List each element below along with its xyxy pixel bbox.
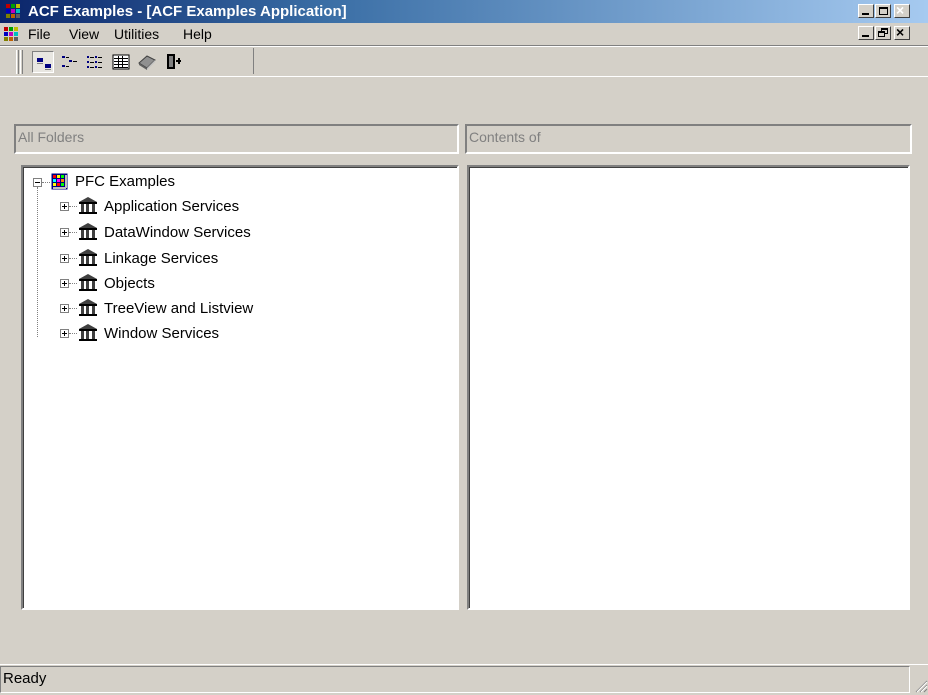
library-icon (79, 223, 97, 240)
details-button[interactable] (110, 51, 132, 73)
exit-button[interactable] (162, 51, 184, 73)
expand-icon[interactable] (60, 228, 69, 237)
expand-icon[interactable] (60, 202, 69, 211)
details-view-icon (112, 54, 130, 70)
contents-list[interactable] (467, 165, 910, 610)
tree-node-objects[interactable]: Objects (60, 274, 380, 294)
exit-door-icon (167, 54, 181, 69)
tree-label: TreeView and Listview (104, 300, 254, 317)
expand-icon[interactable] (60, 304, 69, 313)
menu-view[interactable]: View (69, 26, 99, 42)
tree-node-treeview-and-listview[interactable]: TreeView and Listview (60, 299, 380, 319)
tree-label: PFC Examples (75, 173, 176, 190)
minimize-icon (862, 35, 869, 37)
window-title: ACF Examples - [ACF Examples Application… (28, 3, 347, 20)
library-icon (79, 274, 97, 291)
resize-grip-icon[interactable] (912, 672, 928, 693)
child-restore-button[interactable] (875, 26, 891, 40)
minimize-button[interactable] (858, 4, 874, 18)
close-icon: × (896, 2, 905, 18)
small-icons-button[interactable] (58, 51, 80, 73)
library-icon (79, 249, 97, 266)
close-button[interactable]: × (894, 2, 910, 18)
expand-icon[interactable] (60, 279, 69, 288)
tree-node-linkage-services[interactable]: Linkage Services (60, 249, 380, 269)
tree-label: DataWindow Services (104, 224, 251, 241)
library-icon (79, 299, 97, 316)
list-button[interactable] (84, 51, 106, 73)
tree-node-application-services[interactable]: Application Services (60, 197, 380, 217)
app-icon (6, 4, 22, 18)
status-bar: Ready (0, 666, 910, 693)
tree-node-window-services[interactable]: Window Services (60, 324, 380, 344)
expand-icon[interactable] (60, 254, 69, 263)
toolbar-grip[interactable] (16, 50, 19, 74)
menu-bar: File View Utilities Help × (0, 23, 928, 45)
restore-icon (878, 31, 885, 37)
library-icon (79, 324, 97, 341)
collapse-icon[interactable] (33, 178, 42, 187)
child-minimize-button[interactable] (858, 26, 874, 40)
menu-utilities[interactable]: Utilities (114, 26, 159, 42)
library-icon (79, 197, 97, 214)
tree-label: Window Services (104, 325, 220, 342)
close-icon: × (896, 24, 905, 40)
child-close-button[interactable]: × (894, 24, 910, 40)
tree-label: Objects (104, 275, 155, 292)
minimize-icon (862, 13, 869, 15)
tree-label: Linkage Services (104, 250, 219, 267)
list-view-icon (87, 56, 102, 68)
menu-help[interactable]: Help (183, 26, 212, 42)
right-panel-header: Contents of (465, 124, 912, 154)
toolbar (14, 48, 254, 74)
child-window-icon[interactable] (4, 27, 20, 41)
tree-node-root[interactable]: PFC Examples (33, 172, 333, 192)
left-panel-header: All Folders (14, 124, 459, 154)
large-icons-view-icon (37, 58, 51, 70)
help-button[interactable] (136, 51, 158, 73)
expand-icon[interactable] (60, 329, 69, 338)
tree-node-datawindow-services[interactable]: DataWindow Services (60, 223, 380, 243)
folder-tree[interactable]: PFC Examples Application Services DataWi… (21, 165, 459, 610)
maximize-button[interactable] (875, 4, 891, 18)
help-book-icon (138, 55, 156, 70)
small-icons-view-icon (62, 56, 77, 67)
menu-file[interactable]: File (28, 26, 51, 42)
grid-icon (51, 173, 68, 190)
tree-label: Application Services (104, 198, 240, 215)
maximize-icon (879, 7, 888, 15)
large-icons-button[interactable] (32, 51, 54, 73)
title-bar[interactable]: ACF Examples - [ACF Examples Application… (0, 0, 928, 23)
